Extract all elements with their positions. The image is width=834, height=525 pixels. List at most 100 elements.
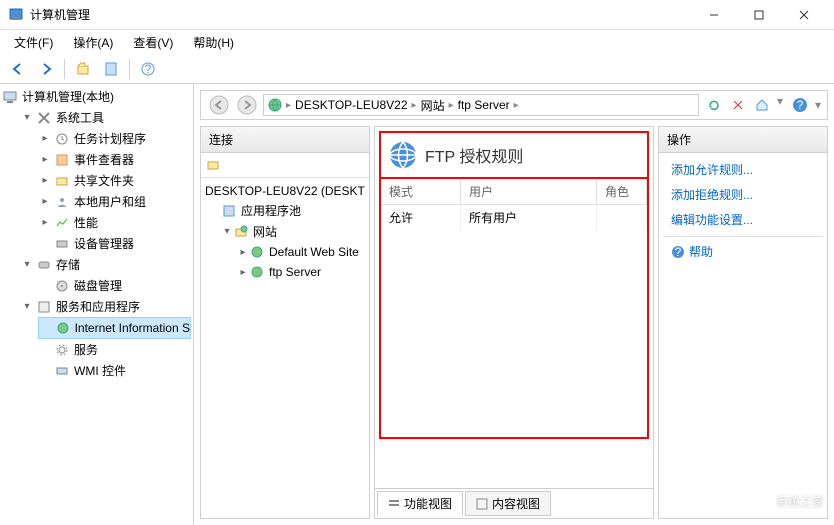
help-icon: ? — [671, 245, 685, 259]
breadcrumb-seg-2[interactable]: 网站 — [421, 97, 445, 114]
feature-panel: FTP 授权规则 模式 用户 角色 允许 所有用户 — [374, 126, 654, 519]
menu-file[interactable]: 文件(F) — [6, 32, 61, 53]
iis-root[interactable]: DESKTOP-LEU8V22 (DESKT — [205, 182, 365, 200]
folder-share-icon — [54, 173, 70, 189]
tree-label: 本地用户和组 — [74, 193, 146, 210]
chevron-right-icon: ▸ — [412, 100, 417, 111]
tree-label: 任务计划程序 — [74, 130, 146, 147]
performance-icon — [54, 215, 70, 231]
back-button[interactable] — [6, 57, 30, 81]
iis-sites[interactable]: ▾ 网站 — [221, 221, 365, 242]
globe-large-icon — [387, 139, 419, 171]
stop-button[interactable] — [727, 94, 749, 116]
folder-icon[interactable] — [203, 155, 223, 175]
minimize-button[interactable] — [691, 1, 736, 29]
refresh-button[interactable] — [703, 94, 725, 116]
action-add-allow[interactable]: 添加允许规则... — [663, 157, 823, 182]
chevron-right-icon[interactable]: ▸ — [38, 195, 52, 209]
cell-mode: 允许 — [381, 205, 461, 230]
apppool-icon — [221, 203, 237, 219]
forward-button[interactable] — [34, 57, 58, 81]
chevron-right-icon: ▸ — [449, 100, 454, 111]
tab-content-view[interactable]: 内容视图 — [465, 491, 551, 516]
chevron-down-icon[interactable]: ▾ — [20, 258, 34, 272]
tree-services[interactable]: 服务 — [38, 339, 191, 360]
tree-system-tools[interactable]: ▾ 系统工具 — [20, 107, 191, 128]
feature-title-bar: FTP 授权规则 — [379, 131, 649, 179]
svg-text:?: ? — [675, 245, 682, 259]
chevron-right-icon[interactable]: ▸ — [237, 267, 249, 278]
tree-wmi[interactable]: WMI 控件 — [38, 360, 191, 381]
breadcrumb-seg-1[interactable]: DESKTOP-LEU8V22 — [295, 98, 408, 112]
tree-disk-mgmt[interactable]: 磁盘管理 — [38, 275, 191, 296]
chevron-right-icon[interactable]: ▸ — [38, 153, 52, 167]
tree-shared-folders[interactable]: ▸共享文件夹 — [38, 170, 191, 191]
cell-user: 所有用户 — [461, 205, 597, 230]
feature-title: FTP 授权规则 — [425, 143, 523, 167]
cell-role — [597, 205, 647, 230]
close-button[interactable] — [781, 1, 826, 29]
tab-feature-view[interactable]: 功能视图 — [377, 491, 463, 516]
home-button[interactable] — [751, 94, 773, 116]
chevron-down-icon[interactable]: ▾ — [221, 226, 233, 237]
storage-icon — [36, 257, 52, 273]
tree-event-viewer[interactable]: ▸事件查看器 — [38, 149, 191, 170]
iis-ftp-server[interactable]: ▸ ftp Server — [237, 262, 365, 282]
breadcrumb-seg-3[interactable]: ftp Server — [458, 98, 510, 112]
action-help[interactable]: ? 帮助 — [663, 236, 823, 266]
action-add-deny[interactable]: 添加拒绝规则... — [663, 182, 823, 207]
help-toolbar-button[interactable]: ? — [136, 57, 160, 81]
content-icon — [476, 498, 488, 510]
col-role[interactable]: 角色 — [597, 179, 647, 204]
iis-app-pools[interactable]: 应用程序池 — [221, 200, 365, 221]
dropdown-icon[interactable]: ▾ — [815, 98, 821, 112]
nav-back-button[interactable] — [207, 93, 231, 117]
toolbar-separator — [64, 59, 65, 79]
iis-default-site[interactable]: ▸Default Web Site — [237, 242, 365, 262]
actions-header: 操作 — [659, 127, 827, 153]
chevron-right-icon[interactable]: ▸ — [38, 174, 52, 188]
tree-label: 网站 — [253, 223, 277, 240]
tree-label: Internet Information S — [75, 321, 190, 335]
titlebar: 计算机管理 — [0, 0, 834, 30]
chevron-down-icon[interactable]: ▾ — [20, 111, 34, 125]
iis-three-column: 连接 DESKTOP-LEU8V22 (DESKT 应用程序池 ▾ 网站 ▸Def… — [200, 126, 828, 519]
tree-root[interactable]: 计算机管理(本地) — [2, 86, 191, 107]
help-button[interactable]: ? — [789, 94, 811, 116]
chevron-right-icon[interactable]: ▸ — [237, 247, 249, 258]
menu-view[interactable]: 查看(V) — [125, 32, 181, 53]
col-mode[interactable]: 模式 — [381, 179, 461, 204]
blank — [39, 321, 53, 335]
tree-label: 应用程序池 — [241, 202, 301, 219]
dropdown-icon[interactable]: ▾ — [775, 94, 785, 116]
chevron-right-icon[interactable]: ▸ — [38, 216, 52, 230]
menu-action[interactable]: 操作(A) — [65, 32, 121, 53]
window-title: 计算机管理 — [30, 6, 691, 23]
toolbar: ? — [0, 54, 834, 84]
actions-panel: 操作 添加允许规则... 添加拒绝规则... 编辑功能设置... ? 帮助 — [658, 126, 828, 519]
tree-device-manager[interactable]: 设备管理器 — [38, 233, 191, 254]
table-row[interactable]: 允许 所有用户 — [381, 205, 647, 230]
tree-iis[interactable]: Internet Information S — [38, 317, 191, 339]
tree-label: ftp Server — [269, 265, 321, 279]
up-button[interactable] — [71, 57, 95, 81]
tree-local-users[interactable]: ▸ 本地用户和组 — [38, 191, 191, 212]
tree-label: DESKTOP-LEU8V22 (DESKT — [205, 184, 365, 198]
maximize-button[interactable] — [736, 1, 781, 29]
nav-forward-button[interactable] — [235, 93, 259, 117]
tree-performance[interactable]: ▸性能 — [38, 212, 191, 233]
breadcrumb-path[interactable]: ▸ DESKTOP-LEU8V22 ▸ 网站 ▸ ftp Server ▸ — [263, 94, 699, 116]
tree-task-scheduler[interactable]: ▸ 任务计划程序 — [38, 128, 191, 149]
clock-icon — [54, 131, 70, 147]
action-edit-feature[interactable]: 编辑功能设置... — [663, 207, 823, 232]
chevron-right-icon[interactable]: ▸ — [38, 132, 52, 146]
chevron-right-icon: ▸ — [286, 100, 291, 111]
chevron-down-icon[interactable]: ▾ — [20, 300, 34, 314]
connections-header: 连接 — [201, 127, 369, 153]
menu-help[interactable]: 帮助(H) — [185, 32, 242, 53]
tree-label: WMI 控件 — [74, 362, 126, 379]
tree-services-apps[interactable]: ▾ 服务和应用程序 — [20, 296, 191, 317]
tree-storage[interactable]: ▾ 存储 — [20, 254, 191, 275]
properties-button[interactable] — [99, 57, 123, 81]
col-user[interactable]: 用户 — [461, 179, 597, 204]
